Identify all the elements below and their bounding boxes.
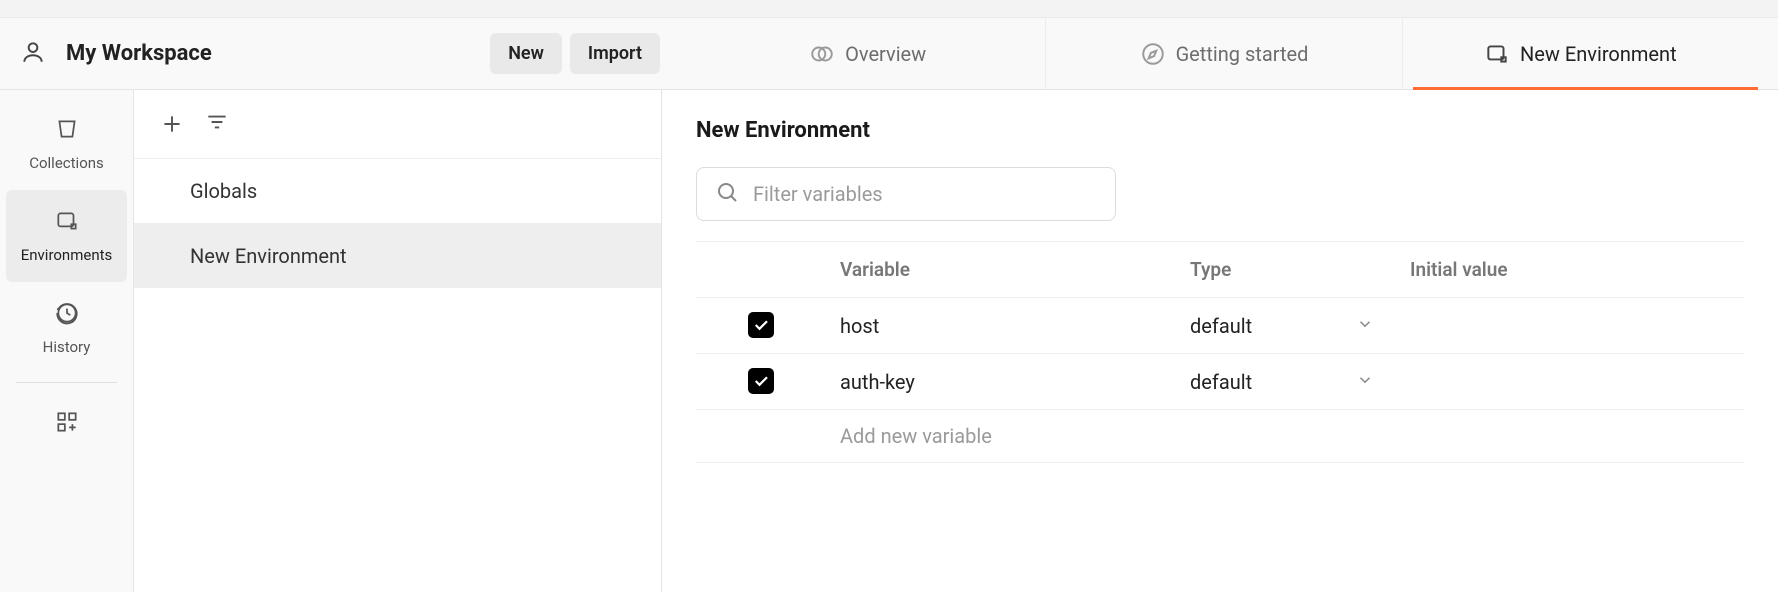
row-enabled-checkbox[interactable]	[748, 312, 774, 338]
sidebar-item-globals[interactable]: Globals	[134, 158, 661, 223]
overview-icon	[809, 41, 835, 67]
sidebar-item-new-environment[interactable]: New Environment	[134, 223, 661, 288]
chevron-down-icon	[1356, 314, 1374, 338]
user-icon	[20, 39, 46, 69]
row-enabled-checkbox[interactable]	[748, 368, 774, 394]
tab-label: Getting started	[1176, 42, 1309, 66]
header-left: My Workspace New Import	[20, 33, 660, 74]
rail-collections[interactable]: Collections	[0, 98, 133, 190]
tab-label: New Environment	[1520, 42, 1677, 66]
column-initial-value: Initial value	[1396, 242, 1744, 298]
column-variable: Variable	[826, 242, 1176, 298]
sidebar-item-label: Globals	[190, 179, 257, 203]
new-button[interactable]: New	[490, 33, 562, 74]
variable-type-select[interactable]: default	[1190, 314, 1382, 338]
table-row: auth-key default	[696, 354, 1744, 410]
environment-title[interactable]: New Environment	[696, 118, 1744, 143]
rail-label: History	[43, 338, 91, 356]
type-value: default	[1190, 314, 1252, 338]
history-icon	[54, 300, 80, 330]
type-value: default	[1190, 370, 1252, 394]
grid-plus-icon	[54, 409, 80, 439]
filter-icon[interactable]	[204, 109, 230, 139]
column-checkbox	[696, 242, 826, 298]
add-variable-placeholder[interactable]: Add new variable	[840, 424, 992, 448]
variable-name-cell[interactable]: host	[840, 314, 879, 338]
tab-bar: Overview Getting started New Environment	[690, 18, 1758, 89]
variables-table: Variable Type Initial value host default	[696, 241, 1744, 463]
variable-name-cell[interactable]: auth-key	[840, 370, 915, 394]
rail-environments[interactable]: Environments	[6, 190, 127, 282]
table-row-add: Add new variable	[696, 410, 1744, 463]
main-panel: New Environment Variable Type Initial va…	[662, 90, 1778, 592]
table-row: host default	[696, 298, 1744, 354]
variable-type-select[interactable]: default	[1190, 370, 1382, 394]
tab-overview[interactable]: Overview	[690, 18, 1046, 89]
add-environment-button[interactable]	[158, 110, 186, 138]
column-type: Type	[1176, 242, 1396, 298]
search-icon	[715, 180, 739, 208]
window-topbar	[0, 0, 1778, 18]
environment-icon	[1484, 41, 1510, 67]
rail-separator	[16, 382, 117, 383]
rail-label: Collections	[29, 154, 104, 172]
environment-list: Globals New Environment	[134, 90, 662, 592]
compass-icon	[1140, 41, 1166, 67]
rail-label: Environments	[21, 246, 113, 264]
left-rail: Collections Environments History	[0, 90, 134, 592]
rail-history[interactable]: History	[0, 282, 133, 374]
filter-variables-box[interactable]	[696, 167, 1116, 221]
filter-variables-input[interactable]	[753, 182, 1097, 206]
workspace-name: My Workspace	[66, 41, 212, 66]
tab-label: Overview	[845, 42, 926, 66]
rail-add[interactable]	[0, 391, 133, 457]
tab-getting-started[interactable]: Getting started	[1046, 18, 1402, 89]
tab-new-environment[interactable]: New Environment	[1403, 18, 1758, 89]
chevron-down-icon	[1356, 370, 1374, 394]
import-button[interactable]: Import	[570, 33, 660, 74]
sidebar-item-label: New Environment	[190, 244, 347, 268]
list-filter-area	[248, 106, 645, 142]
header: My Workspace New Import Overview Getting…	[0, 18, 1778, 90]
environments-icon	[54, 208, 80, 238]
collections-icon	[54, 116, 80, 146]
